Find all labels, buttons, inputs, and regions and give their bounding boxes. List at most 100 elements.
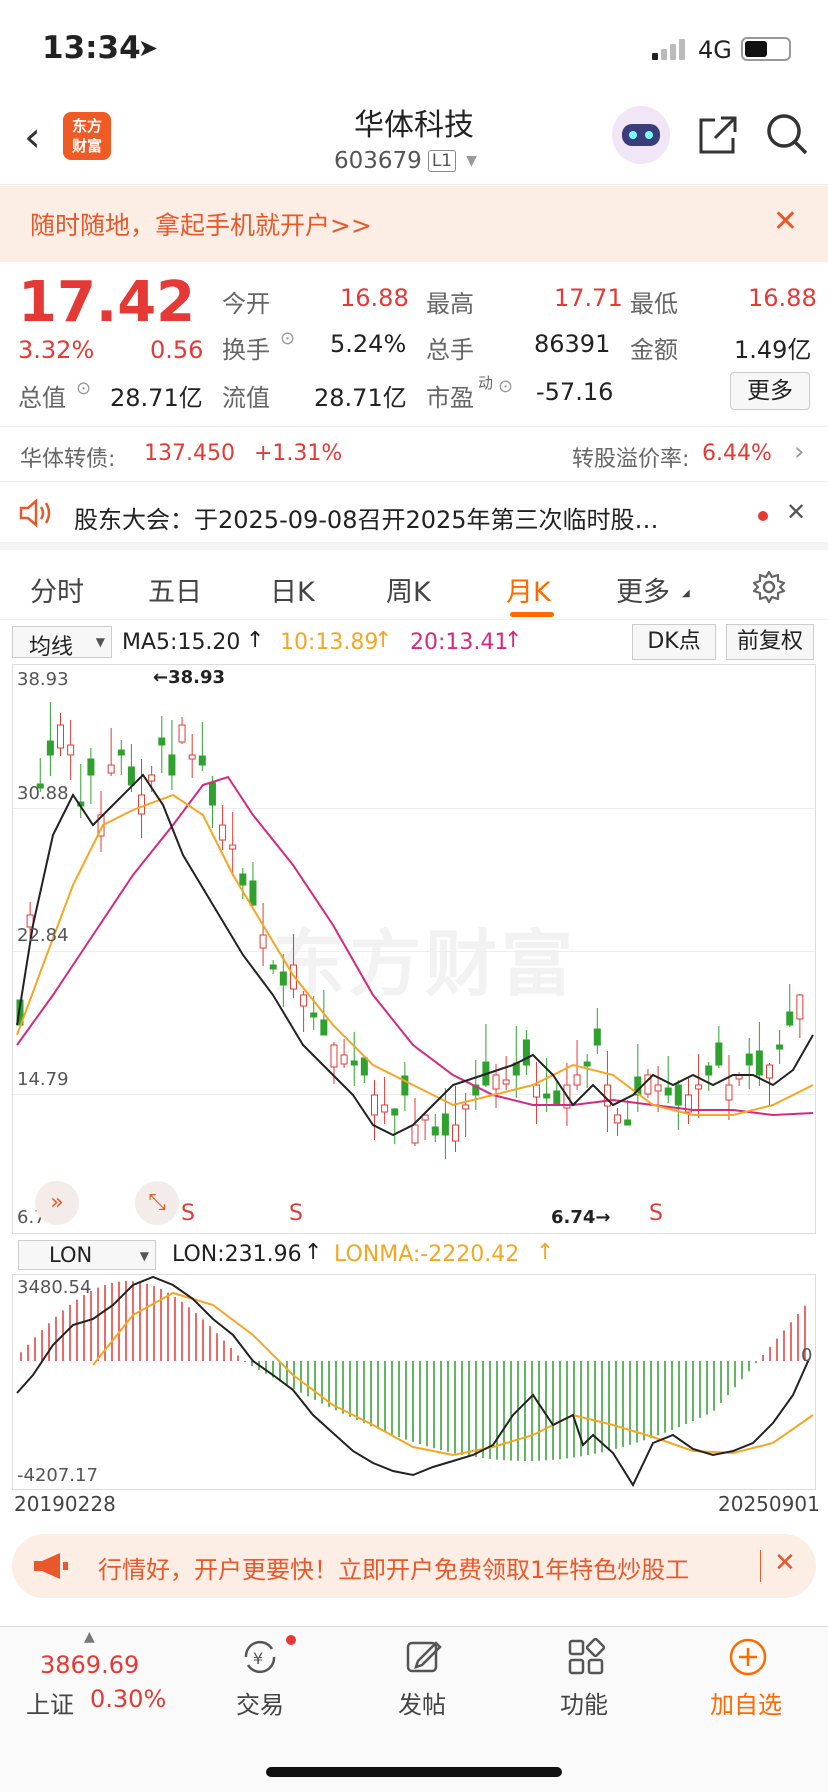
bond-label: 华体转债: [20,447,116,472]
candle-body [725,1084,733,1101]
premium-value: 6.44% [702,441,772,466]
fq-button[interactable]: 前复权 [726,624,814,660]
battery-icon [741,37,791,61]
candle-body [441,1113,449,1136]
candle-body [786,1011,794,1026]
candle-body [259,934,267,949]
candle-body [543,1093,551,1099]
candle-body [320,1019,328,1036]
candle-body [229,844,237,850]
candle-body [695,1084,703,1090]
candle-body [381,1104,389,1113]
signal-s-mark: S [289,1201,303,1226]
index-pct[interactable]: 0.30% [90,1685,166,1713]
open-account-banner[interactable]: 随时随地，拿起手机就开户>> ✕ [0,186,828,262]
tab-daily[interactable]: 日K [270,570,315,609]
nav-function-label[interactable]: 功能 [560,1685,608,1720]
expand-icon[interactable]: » [35,1181,79,1225]
lonma-line [92,1291,814,1457]
info-icon[interactable]: ⊙ [498,376,513,397]
signal-icon [652,38,688,60]
search-icon[interactable] [765,112,809,156]
level-badge[interactable]: L1 [427,150,457,172]
function-grid-icon[interactable] [566,1637,606,1677]
tab-weekly[interactable]: 周K [386,570,431,609]
candle-body [158,737,166,746]
dk-button[interactable]: DK点 [632,624,716,660]
premium-label: 转股溢价率: [572,447,690,472]
y-axis-label: 14.79 [17,1069,69,1090]
notice-row[interactable]: 股东大会：于2025-09-08召开2025年第三次临时股… ✕ [0,482,828,550]
notice-text: 股东大会：于2025-09-08召开2025年第三次临时股… [74,506,659,534]
signal-s-mark: S [181,1201,195,1226]
tab-minute[interactable]: 分时 [30,570,84,609]
add-circle-icon[interactable] [728,1637,768,1677]
min-price-label: 6.74→ [551,1207,611,1228]
last-price: 17.42 [18,270,196,335]
info-icon[interactable]: ⊙ [76,378,91,399]
robot-avatar-icon[interactable] [612,106,670,164]
bond-pct: +1.31% [254,441,343,466]
open-label: 今开 [222,290,270,318]
up-triangle-icon: ▲ [84,1629,95,1645]
ma-select[interactable]: 均线 ▼ [12,626,112,660]
candle-body [117,749,125,756]
notification-dot [286,1635,296,1645]
amount-value: 1.49亿 [734,336,812,364]
lon-chart[interactable]: 3480.54 -4207.17 0 [12,1274,816,1490]
close-icon[interactable]: ✕ [773,204,798,239]
candle-body [67,744,75,756]
candle-body [593,1028,601,1046]
ma20-line [16,775,814,1117]
nav-post-label[interactable]: 发帖 [398,1685,446,1720]
candle-body [674,1084,682,1106]
candle-body [583,1061,591,1067]
candle-body [188,754,196,760]
promo-text: 行情好，开户更要快！立即开户免费领取1年特色炒股工 [98,1556,690,1584]
close-icon[interactable]: ✕ [786,498,806,526]
index-value[interactable]: 3869.69 [40,1651,139,1679]
chevron-down-icon[interactable]: ▼ [466,153,477,169]
nav-add-watchlist-label[interactable]: 加自选 [710,1685,782,1720]
candle-body [452,1124,460,1142]
convertible-bond-row[interactable]: 华体转债: 137.450 +1.31% 转股溢价率: 6.44% › [0,426,828,482]
status-bar: 13:34 ➤ 4G [0,0,828,90]
post-edit-icon[interactable] [404,1637,444,1677]
tab-monthly[interactable]: 月K [506,570,551,609]
candle-body [330,1044,338,1068]
ma20-value: 20:13.41 [410,630,509,655]
up-arrow-icon: ↑ [504,628,523,653]
candle-body [370,1094,378,1116]
max-price-label: ←38.93 [153,667,226,688]
nav-trade-label[interactable]: 交易 [236,1685,284,1720]
banner-text: 随时随地，拿起手机就开户>> [30,211,372,240]
sub-indicator-select[interactable]: LON ▼ [18,1240,156,1270]
y-axis-label: 22.84 [17,925,69,946]
fullscreen-icon[interactable]: ⤡ [135,1181,179,1225]
index-name[interactable]: 上证 [26,1685,74,1720]
signal-s-mark: S [649,1201,663,1226]
more-button[interactable]: 更多 [730,372,810,410]
float-value: 28.71亿 [314,384,407,412]
info-icon[interactable]: ⊙ [280,328,295,349]
candle-body [624,1119,632,1126]
settings-gear-icon[interactable] [752,570,786,604]
chevron-right-icon: › [794,437,805,467]
sub-y-zero: 0 [801,1345,813,1366]
tab-five-day[interactable]: 五日 [148,570,202,609]
promo-banner[interactable]: 行情好，开户更要快！立即开户免费领取1年特色炒股工 ✕ [12,1534,816,1598]
candle-body [300,994,308,1007]
up-arrow-icon: ↑ [536,1240,555,1265]
kline-chart[interactable]: 东方财富 38.93 30.88 22.84 14.79 6.74 ←38.93… [12,664,816,1234]
location-icon: ➤ [138,34,159,62]
candle-body [46,740,54,756]
close-icon[interactable]: ✕ [774,1548,796,1578]
share-icon[interactable] [697,114,739,156]
trade-icon[interactable]: ¥ [238,1637,282,1677]
triangle-down-icon: ◢ [682,588,690,599]
active-tab-indicator [510,612,554,617]
y-axis-label: 30.88 [17,783,69,804]
tab-more[interactable]: 更多 [616,570,670,609]
header: ‹ 东方 财富 华体科技 603679 L1 ▼ [0,90,828,185]
candle-body [492,1074,500,1090]
